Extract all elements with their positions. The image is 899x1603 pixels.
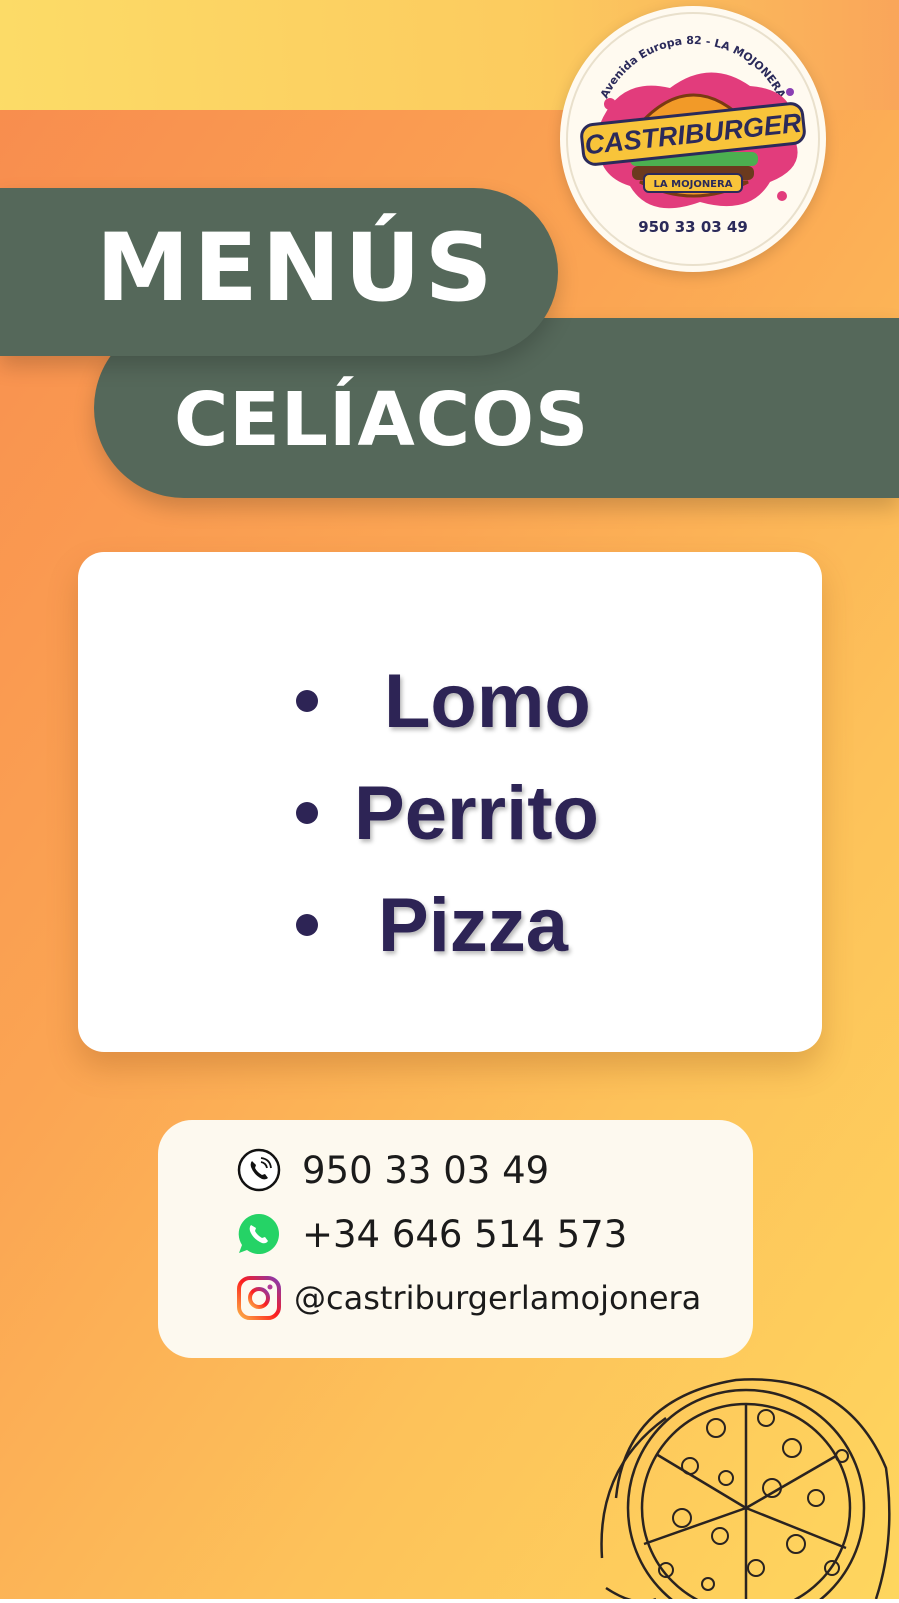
logo-phone: 950 33 03 49 [638, 218, 748, 236]
menu-item-label: Perrito [354, 771, 599, 856]
contact-card: 950 33 03 49 +34 646 514 573 @castriburg… [158, 1120, 753, 1358]
title-line-2: CELÍACOS [174, 377, 590, 463]
menu-card: Lomo Perrito Pizza [78, 552, 822, 1052]
contact-whatsapp[interactable]: +34 646 514 573 [236, 1208, 627, 1260]
phone-icon [236, 1147, 282, 1193]
logo-location: LA MOJONERA [654, 179, 733, 190]
contact-instagram[interactable]: @castriburgerlamojonera [236, 1272, 701, 1324]
menu-item-label: Pizza [378, 883, 569, 968]
menu-list: Lomo Perrito Pizza [78, 552, 822, 1052]
instagram-icon [236, 1275, 282, 1321]
logo-graphic: Avenida Europa 82 - LA MOJONERA CASTRIBU… [566, 12, 820, 266]
contact-phone[interactable]: 950 33 03 49 [236, 1144, 549, 1196]
contact-instagram-text: @castriburgerlamojonera [294, 1279, 702, 1317]
pizza-illustration [596, 1358, 899, 1603]
bullet-icon [296, 914, 318, 936]
whatsapp-icon [236, 1211, 282, 1257]
title-line-1: MENÚS [96, 214, 497, 323]
contact-phone-text: 950 33 03 49 [302, 1148, 550, 1192]
castriburger-logo: Avenida Europa 82 - LA MOJONERA CASTRIBU… [560, 6, 826, 272]
bullet-icon [296, 802, 318, 824]
menu-item-label: Lomo [384, 659, 591, 744]
bullet-icon [296, 690, 318, 712]
contact-whatsapp-text: +34 646 514 573 [302, 1212, 628, 1256]
